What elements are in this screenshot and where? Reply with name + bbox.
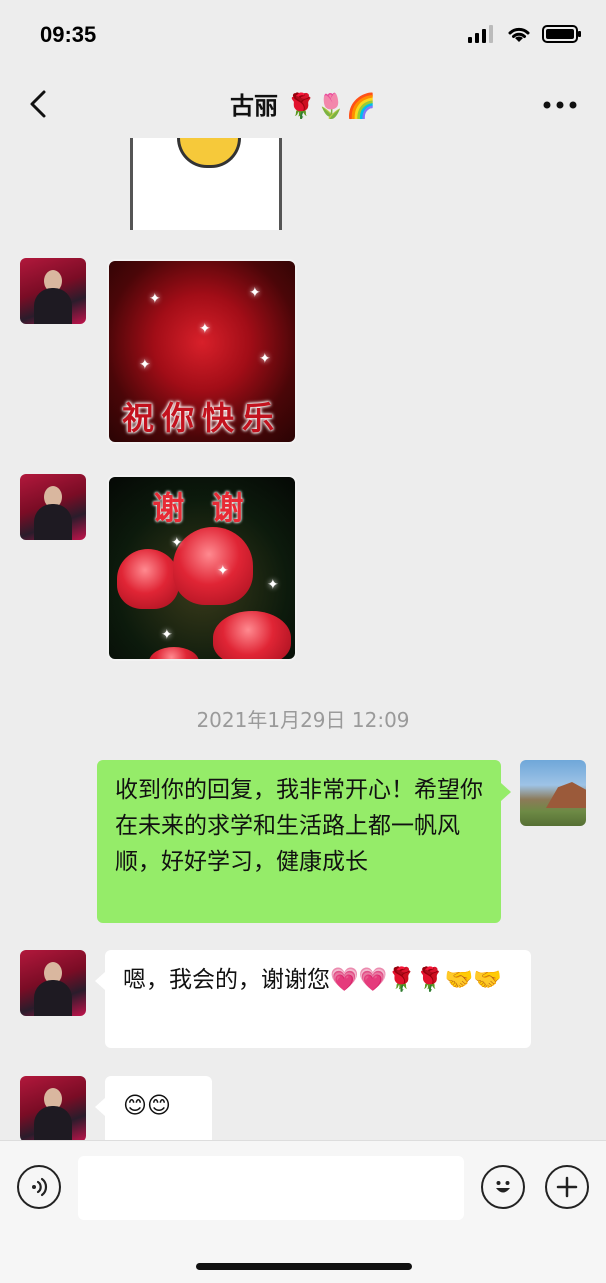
home-indicator — [196, 1263, 412, 1270]
bubble-tail — [501, 783, 511, 801]
sticker-caption: 谢 谢 — [152, 489, 252, 527]
my-avatar[interactable] — [520, 760, 586, 826]
nav-bar: 古丽 🌹🌷🌈 — [0, 72, 606, 138]
input-bar — [0, 1140, 606, 1283]
voice-button[interactable] — [17, 1165, 61, 1209]
received-message-bubble[interactable]: 😊😊 — [105, 1076, 212, 1140]
bubble-tail — [95, 1098, 105, 1116]
wifi-icon — [508, 27, 530, 42]
status-icons — [468, 24, 582, 44]
status-bar: 09:35 — [0, 0, 606, 72]
battery-icon — [542, 25, 581, 43]
contact-avatar[interactable] — [20, 1076, 86, 1140]
smiley-icon — [496, 1181, 510, 1193]
message-timestamp: 2021年1月29日 12:09 — [196, 708, 410, 732]
sticker-caption: 祝你快乐 — [121, 399, 282, 437]
duck-beak — [177, 138, 241, 168]
plus-icon — [556, 1176, 578, 1198]
contact-avatar[interactable] — [20, 258, 86, 324]
received-message-bubble[interactable]: 嗯，我会的，谢谢您💗💗🌹🌹🤝🤝 — [105, 950, 531, 1048]
chat-area[interactable]: ✦ ✦ ✦ ✦ ✦ 祝你快乐 ✦ ✦ ✦ ✦ 谢 谢 2021年1月29日 12… — [0, 138, 606, 1140]
flower-bouquet-sticker[interactable]: ✦ ✦ ✦ ✦ ✦ 祝你快乐 — [107, 259, 297, 444]
signal-icon — [468, 25, 493, 43]
contact-avatar[interactable] — [20, 950, 86, 1016]
plus-button[interactable] — [545, 1165, 589, 1209]
message-input[interactable] — [78, 1156, 464, 1220]
emoji-button[interactable] — [481, 1165, 525, 1209]
bubble-tail — [95, 972, 105, 990]
voice-icon — [32, 1177, 48, 1197]
contact-avatar[interactable] — [20, 474, 86, 540]
status-time: 09:35 — [40, 22, 97, 47]
more-dots-icon — [543, 101, 577, 109]
sent-message-bubble[interactable]: 收到你的回复，我非常开心！希望你在未来的求学和生活路上都一帆风顺，好好学习，健康… — [97, 760, 501, 923]
duck-sticker[interactable] — [130, 138, 282, 230]
tulip-sticker[interactable]: ✦ ✦ ✦ ✦ 谢 谢 — [107, 475, 297, 661]
chat-title: 古丽 🌹🌷🌈 — [229, 92, 376, 120]
more-button[interactable] — [542, 90, 578, 120]
